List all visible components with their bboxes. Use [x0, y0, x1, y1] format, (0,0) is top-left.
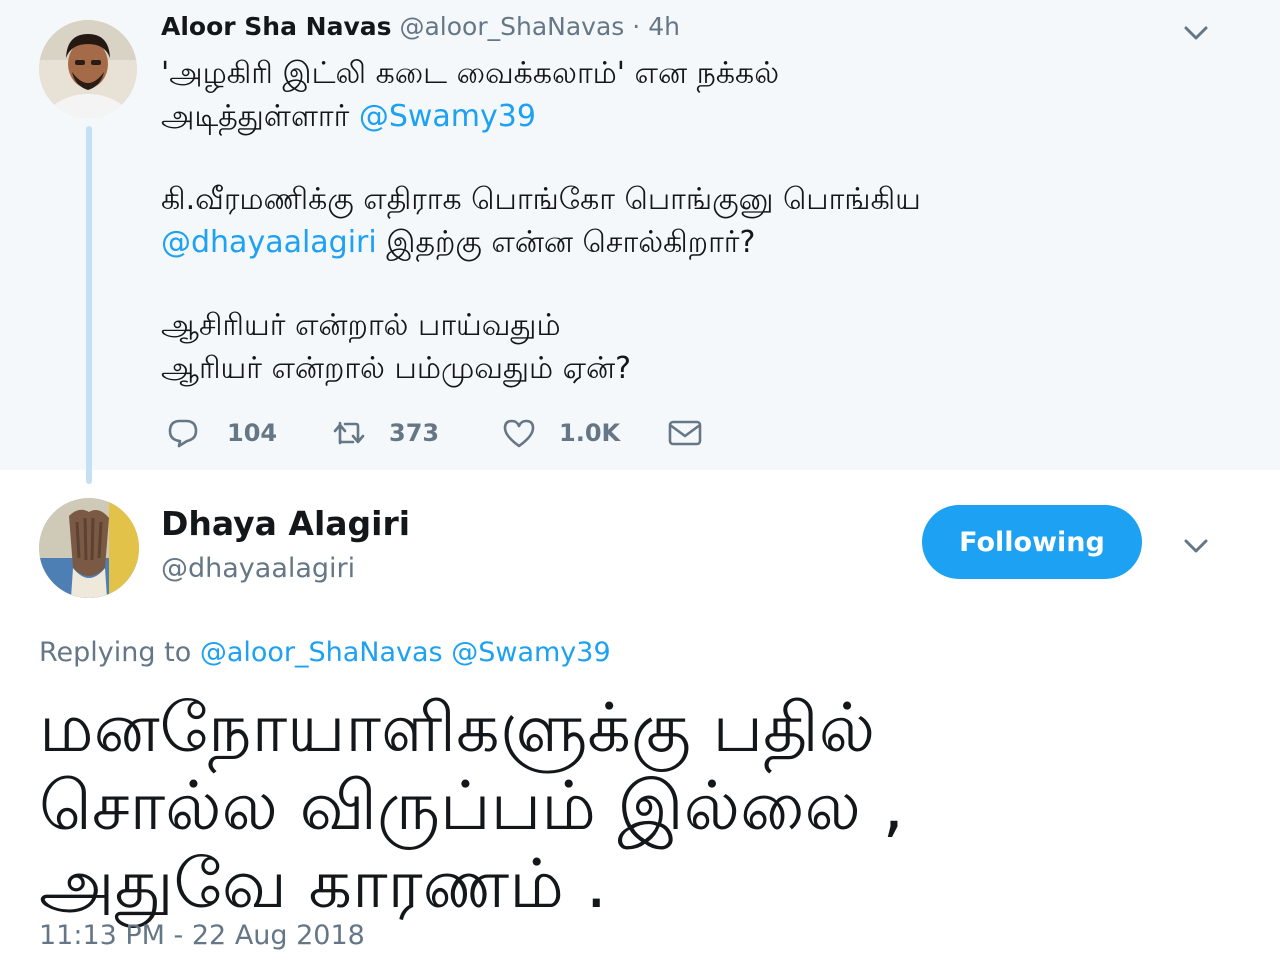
parent-tweet[interactable]: Aloor Sha Navas @aloor_ShaNavas · 4h 'அழ… [0, 0, 1280, 484]
tweet-text: மனநோயாளிகளுக்கு பதில் சொல்ல விருப்பம் இல… [39, 690, 1239, 924]
tweet-header: Aloor Sha Navas @aloor_ShaNavas · 4h [161, 12, 680, 41]
tweet-line: 'அழகிரி இட்லி கடை வைக்கலாம்' என நக்கல் [161, 56, 780, 91]
tweet-timestamp[interactable]: 11:13 PM - 22 Aug 2018 [39, 920, 365, 951]
tweet-line: ஆசிரியர் என்றால் பாய்வதும் [161, 308, 561, 343]
tweet-line: அடித்துள்ளார் @Swamy39 [161, 99, 536, 134]
tweet-actions: 104 373 1.0K [161, 410, 761, 456]
tweet-line: @dhayaalagiri இதற்கு என்ன சொல்கிறார்? [161, 225, 756, 260]
reply-button[interactable]: 104 [165, 410, 277, 456]
tweet-line: சொல்ல விருப்பம் இல்லை , [39, 767, 905, 846]
retweet-count: 373 [389, 419, 440, 447]
author-handle[interactable]: @aloor_ShaNavas [399, 12, 624, 41]
mention-link[interactable]: @Swamy39 [451, 637, 610, 668]
tweet-line: அதுவே காரணம் . [39, 845, 608, 924]
following-button[interactable]: Following [922, 505, 1142, 579]
retweet-button[interactable]: 373 [331, 410, 439, 456]
author-name[interactable]: Dhaya Alagiri [161, 504, 410, 543]
tweet-line: மனநோயாளிகளுக்கு பதில் [39, 689, 876, 768]
chevron-down-icon[interactable] [1182, 19, 1210, 47]
avatar-image [39, 20, 137, 118]
avatar[interactable] [39, 498, 139, 598]
avatar[interactable] [39, 20, 137, 118]
mention-link[interactable]: @aloor_ShaNavas [200, 637, 443, 668]
replying-prefix: Replying to [39, 637, 200, 668]
envelope-icon [668, 420, 702, 446]
tweet-line-break [161, 264, 1221, 304]
author-name[interactable]: Aloor Sha Navas [161, 12, 392, 41]
like-button[interactable]: 1.0K [501, 410, 620, 456]
tweet-line: கி.வீரமணிக்கு எதிராக பொங்கோ பொங்குனு பொங… [161, 182, 921, 217]
reply-count: 104 [227, 419, 278, 447]
mention-link[interactable]: @Swamy39 [359, 99, 536, 134]
tweet-line: ஆரியர் என்றால் பம்முவதும் ஏன்? [161, 351, 632, 386]
like-count: 1.0K [559, 419, 621, 447]
direct-message-button[interactable] [667, 410, 703, 456]
thread-connector-line [86, 126, 92, 484]
replying-to: Replying to @aloor_ShaNavas @Swamy39 [39, 637, 611, 668]
retweet-icon [333, 421, 365, 445]
reply-icon [168, 419, 198, 448]
heart-icon [503, 419, 535, 448]
header-separator: · [632, 12, 641, 41]
mention-link[interactable]: @dhayaalagiri [161, 225, 377, 260]
tweet-line-break [161, 138, 1221, 178]
avatar-image [39, 498, 139, 598]
tweet-time[interactable]: 4h [648, 12, 680, 41]
chevron-down-icon[interactable] [1182, 532, 1210, 560]
tweet-text: 'அழகிரி இட்லி கடை வைக்கலாம்' என நக்கல் அ… [161, 52, 1221, 390]
author-handle[interactable]: @dhayaalagiri [161, 553, 355, 584]
